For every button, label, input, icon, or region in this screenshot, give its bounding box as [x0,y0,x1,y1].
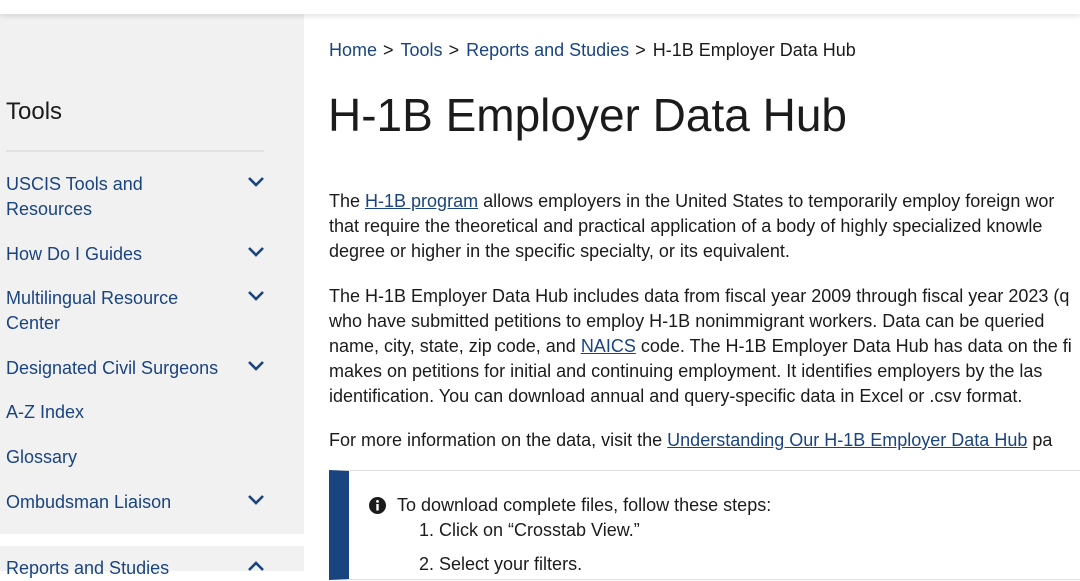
data-hub-paragraph: The H-1B Employer Data Hub includes data… [329,284,1080,409]
sidebar-item-label[interactable]: How Do I Guides [6,242,231,267]
chevron-down-icon[interactable] [246,358,266,374]
sidebar-item-label[interactable]: Glossary [6,445,231,470]
sidebar-nav: Tools USCIS Tools and Resources How Do I… [0,14,304,534]
breadcrumb-link-home[interactable]: Home [329,40,377,60]
sidebar-section-reports: Reports and Studies [0,546,304,578]
chevron-down-icon[interactable] [246,288,266,304]
chevron-up-icon[interactable] [246,558,266,574]
breadcrumb-separator: > [383,40,394,60]
intro-text: allows employers in the United States to… [478,191,1055,211]
data-hub-text: identification. You can download annual … [329,386,1023,406]
h1b-program-link[interactable]: H-1B program [365,191,478,211]
info-icon [369,497,386,514]
sidebar-item-label[interactable]: USCIS Tools and Resources [6,172,231,222]
breadcrumb-link-reports-and-studies[interactable]: Reports and Studies [466,40,629,60]
chevron-down-icon[interactable] [246,492,266,508]
data-hub-text: code. The H-1B Employer Data Hub has dat… [635,336,1072,356]
more-info-paragraph: For more information on the data, visit … [329,428,1080,453]
sidebar-item-label[interactable]: Ombudsman Liaison [6,490,231,515]
sidebar-item-label[interactable]: Designated Civil Surgeons [6,356,246,381]
sidebar-divider [6,150,264,152]
callout-title: To download complete files, follow these… [397,495,772,515]
breadcrumb: Home > Tools > Reports and Studies > H-1B Empl… [329,40,856,61]
intro-text: The [329,191,366,211]
intro-text: degree or higher in the specific special… [329,241,790,261]
data-hub-text: name, city, state, zip code, and [329,336,581,356]
download-instructions-callout: To download complete files, follow these… [329,470,1080,580]
sidebar-title: Tools [6,98,63,125]
data-hub-text: The H-1B Employer Data Hub includes data… [329,286,1070,306]
intro-text: that require the theoretical and practic… [329,216,1043,236]
breadcrumb-separator: > [635,40,646,60]
more-info-text: pa [1027,430,1053,450]
page-title: H-1B Employer Data Hub [328,89,847,141]
sidebar-item-label[interactable]: Multilingual Resource Center [6,286,231,336]
more-info-text: For more information on the data, visit … [329,430,668,450]
callout-step: 2. Select your filters. [419,554,583,574]
chevron-down-icon[interactable] [246,174,266,190]
data-hub-text: makes on petitions for initial and conti… [329,361,1043,381]
sidebar-item-label[interactable]: Reports and Studies [6,556,231,581]
intro-paragraph: The H-1B program allows employers in the… [329,189,1080,264]
breadcrumb-separator: > [448,40,460,60]
breadcrumb-current: H-1B Employer Data Hub [652,40,856,60]
breadcrumb-link-tools[interactable]: Tools [401,40,443,60]
data-hub-text: who have submitted petitions to employ H… [329,311,1045,331]
callout-step: 1. Click on “Crosstab View.” [419,520,640,540]
sidebar-item-label[interactable]: A-Z Index [6,400,231,425]
naics-link[interactable]: NAICS [581,336,636,356]
top-header-bar [0,0,1080,14]
chevron-down-icon[interactable] [246,244,266,260]
understanding-data-hub-link[interactable]: Understanding Our H-1B Employer Data Hub [667,430,1027,450]
